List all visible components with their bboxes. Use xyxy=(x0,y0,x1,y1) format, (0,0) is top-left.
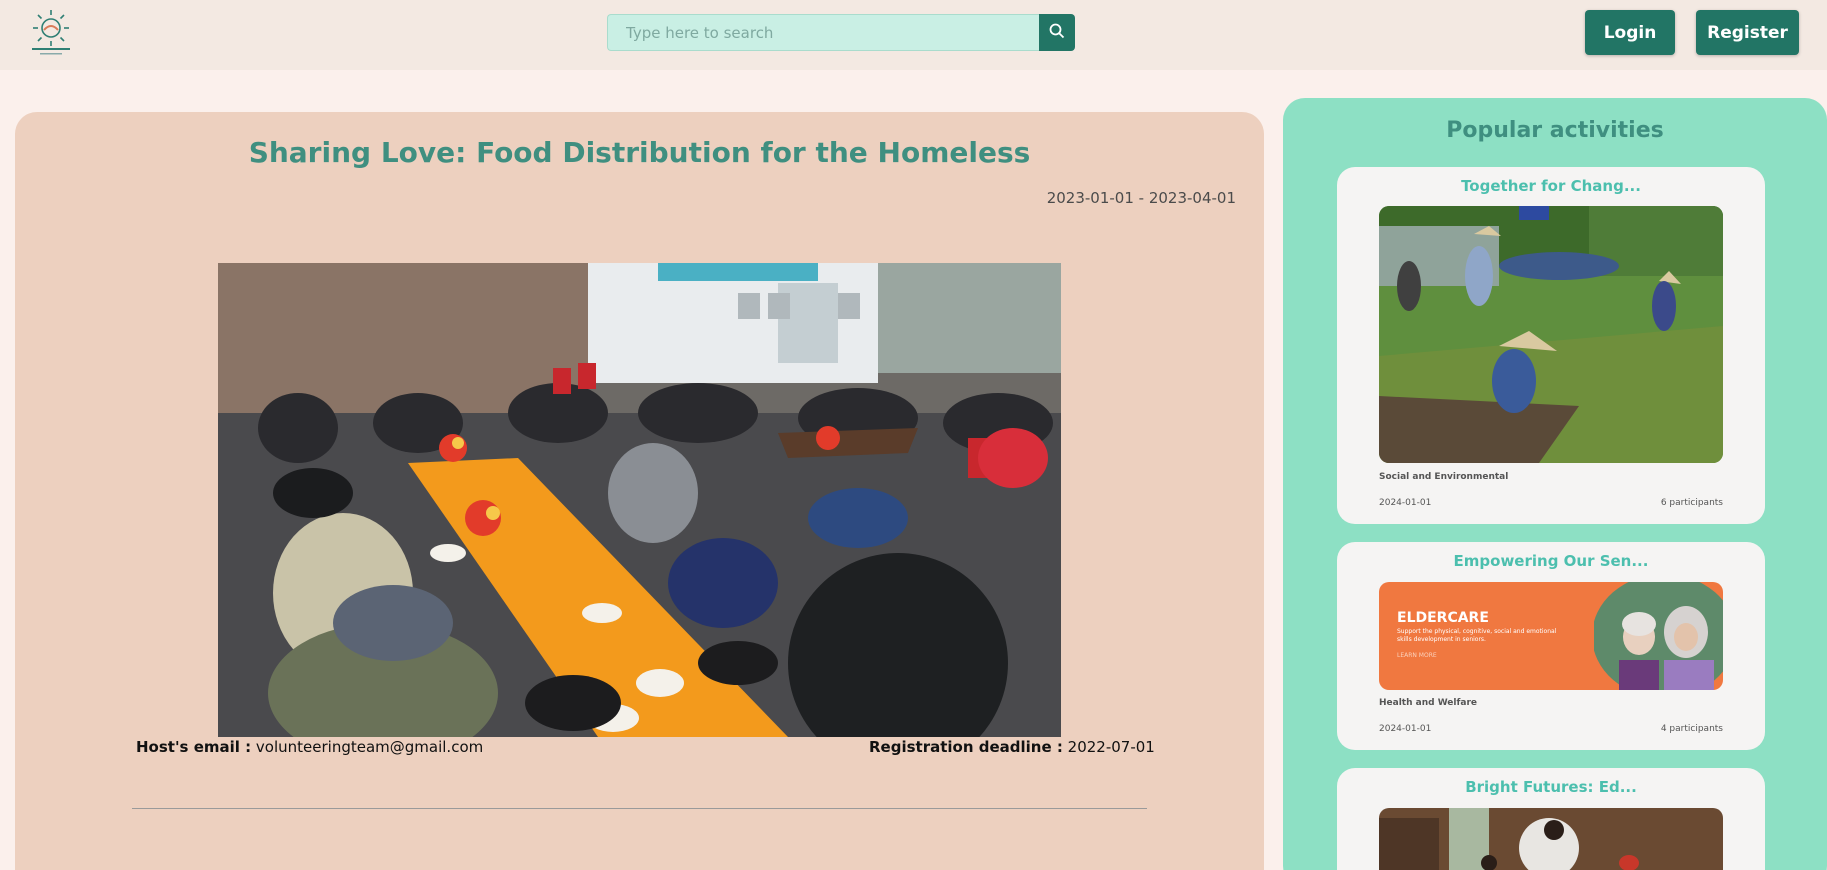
registration-deadline-row: Registration deadline : 2022-07-01 xyxy=(869,738,1155,756)
logo[interactable] xyxy=(22,6,80,58)
activity-title: Sharing Love: Food Distribution for the … xyxy=(248,136,1031,169)
activity-card[interactable]: Bright Futures: Ed... xyxy=(1337,768,1765,870)
activity-card-category: Health and Welfare xyxy=(1379,698,1478,708)
section-divider xyxy=(132,808,1147,809)
activity-card-participants: 6 participants xyxy=(1660,498,1723,508)
activity-card-image: ELDERCARE Support the physical, cognitiv… xyxy=(1379,582,1723,690)
activity-card-title: Bright Futures: Ed... xyxy=(1465,778,1637,796)
banner-title: ELDERCARE xyxy=(1397,610,1489,626)
activity-card-image xyxy=(1379,808,1723,870)
register-button[interactable]: Register xyxy=(1696,10,1799,55)
search-button[interactable] xyxy=(1039,14,1075,51)
host-email-row: Host's email : volunteeringteam@gmail.co… xyxy=(136,738,483,756)
activity-card-meta: 2024-01-01 4 participants xyxy=(1379,724,1723,734)
popular-activities-sidebar: Popular activities Together for Chang...… xyxy=(1283,98,1827,870)
activity-card-date: 2024-01-01 xyxy=(1379,724,1432,734)
sidebar-title: Popular activities xyxy=(1446,118,1664,143)
banner-text: Support the physical, cognitive, social … xyxy=(1397,628,1557,643)
search-input[interactable] xyxy=(607,14,1039,51)
activity-detail-panel: Sharing Love: Food Distribution for the … xyxy=(15,112,1264,870)
activity-card-participants: 4 participants xyxy=(1660,724,1723,734)
activity-card-title: Together for Chang... xyxy=(1461,177,1641,195)
activity-card-title: Empowering Our Sen... xyxy=(1453,552,1649,570)
activity-photo xyxy=(218,263,1061,737)
banner-link: LEARN MORE xyxy=(1397,652,1437,659)
deadline-label: Registration deadline : xyxy=(869,738,1063,756)
activity-card[interactable]: Empowering Our Sen... ELDERCARE Support … xyxy=(1337,542,1765,750)
search-icon xyxy=(1049,23,1065,43)
activity-card[interactable]: Together for Chang... Social and Environ… xyxy=(1337,167,1765,524)
host-email-value: volunteeringteam@gmail.com xyxy=(255,738,484,756)
activity-card-category: Social and Environmental xyxy=(1379,472,1509,482)
host-email-label: Host's email : xyxy=(136,738,252,756)
activity-card-image xyxy=(1379,206,1723,463)
top-header: Login Register xyxy=(0,0,1827,70)
activity-card-meta: 2024-01-01 6 participants xyxy=(1379,498,1723,508)
activity-card-date: 2024-01-01 xyxy=(1379,498,1432,508)
login-button[interactable]: Login xyxy=(1585,10,1675,55)
activity-date-range: 2023-01-01 - 2023-04-01 xyxy=(1046,189,1236,207)
search-bar xyxy=(607,14,1075,51)
deadline-value: 2022-07-01 xyxy=(1067,738,1155,756)
